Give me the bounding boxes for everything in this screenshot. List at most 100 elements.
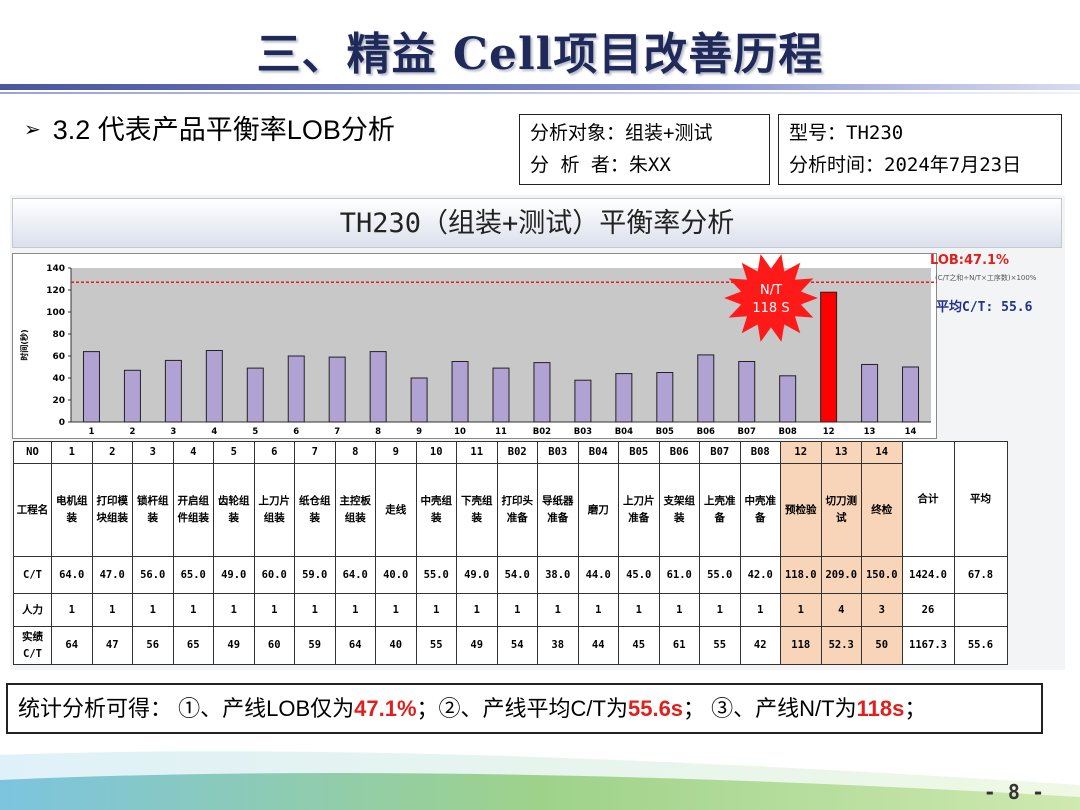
y-tick-label: 80: [52, 330, 65, 340]
cell-man: 1: [780, 593, 822, 627]
cell-no: B03: [537, 441, 579, 464]
col-header-total: 合计: [901, 441, 955, 557]
section-heading-text: 3.2 代表产品平衡率LOB分析: [52, 115, 395, 145]
lob-bar-chart: 020406080100120140时间(秒)1 2 3 4 5 6 7 8 9 10 11 B02 B…: [19, 254, 937, 437]
bar: [738, 361, 756, 423]
y-tick-label: 140: [46, 264, 65, 274]
cell-ct: 118.0: [780, 556, 822, 594]
cell-act: 64: [334, 626, 376, 665]
cell-act: 55: [415, 626, 457, 665]
y-axis-label: 时间(秒): [19, 329, 29, 360]
cell-man: 1: [91, 593, 133, 627]
bar: [697, 354, 715, 423]
x-tick-label: 1: [89, 427, 95, 437]
cell-name: 中壳组装: [415, 463, 457, 557]
cell-act: 47: [91, 626, 133, 665]
cell-act: 65: [172, 626, 214, 665]
bar: [287, 355, 305, 423]
cell-total: 26: [901, 593, 955, 627]
analysis-info-box: 分析对象：组装+测试 分 析 者：朱XX: [519, 114, 770, 185]
table-row-name: 工程名 电机组装 打印模块组装 锁杆组装 开启组件组装 齿轮组装 上刀片组装 纸仓组装 主控板组…: [13, 463, 1008, 557]
analysis-date: 分析时间：2024年7月23日: [789, 154, 1022, 176]
cell-man: 4: [820, 593, 862, 627]
cell-no: B05: [618, 441, 660, 464]
cell-name: 导纸器准备: [537, 463, 579, 557]
cell-act: 61: [658, 626, 700, 665]
bar: [533, 362, 551, 423]
cell-name: 开启组件组装: [172, 463, 214, 557]
lob-label: LOB:47.1%: [930, 253, 1010, 268]
model-info-box: 型号：TH230 分析时间：2024年7月23日: [778, 114, 1062, 185]
cell-no: 2: [91, 441, 133, 464]
cell-no: 7: [294, 441, 336, 464]
x-tick-label: B04: [615, 427, 633, 437]
cell-ct: 49.0: [456, 556, 498, 594]
nt-burst-label: N/T: [760, 283, 782, 298]
chart-title: TH230（组装+测试）平衡率分析: [12, 198, 1062, 248]
cell-act: 50: [861, 626, 903, 665]
x-tick-label: 3: [170, 427, 176, 437]
y-tick-label: 120: [46, 286, 65, 296]
table-row-ct: C/T 64.0 47.0 56.0 65.0 49.0 60.0 59.0 64.0 40.0 5…: [13, 556, 1008, 594]
cell-average: 55.6: [953, 626, 1008, 665]
analysis-target: 分析对象：组装+测试: [530, 122, 713, 144]
cell-ct: 65.0: [172, 556, 214, 594]
summary-nt-value: 118s: [856, 696, 905, 721]
x-tick-label: 13: [864, 427, 876, 437]
bullet-arrow-icon: ➢: [24, 119, 41, 141]
x-tick-label: 8: [375, 427, 381, 437]
x-tick-label: 12: [823, 427, 835, 437]
cell-man: 1: [51, 593, 93, 627]
x-tick-label: B05: [656, 427, 674, 437]
cell-ct: 49.0: [213, 556, 255, 594]
analyst: 分 析 者：朱XX: [530, 154, 671, 176]
cell-ct: 47.0: [91, 556, 133, 594]
row-header-act: 实绩C/T: [13, 626, 52, 665]
cell-no: 1: [51, 441, 93, 464]
cell-act: 59: [294, 626, 336, 665]
summary-avg-value: 55.6s: [627, 696, 684, 721]
cell-name: 锁杆组装: [132, 463, 174, 557]
cell-average: [953, 593, 1008, 627]
cell-ct: 55.0: [699, 556, 741, 594]
x-tick-label: 7: [334, 427, 340, 437]
x-tick-label: 5: [252, 427, 258, 437]
y-tick-label: 20: [52, 396, 65, 406]
cell-no: 8: [334, 441, 376, 464]
cell-act: 38: [537, 626, 579, 665]
summary-end: ；: [904, 696, 927, 721]
cell-ct: 45.0: [618, 556, 660, 594]
cell-man: 1: [253, 593, 295, 627]
bar: [492, 367, 510, 423]
cell-act: 60: [253, 626, 295, 665]
x-tick-label: 9: [416, 427, 422, 437]
cell-name: 主控板组装: [334, 463, 376, 557]
cell-man: 1: [294, 593, 336, 627]
cell-ct: 40.0: [375, 556, 417, 594]
cell-man: 1: [496, 593, 538, 627]
cell-act: 56: [132, 626, 174, 665]
x-tick-label: 11: [495, 427, 507, 437]
cell-man: 1: [699, 593, 741, 627]
cell-no: 5: [213, 441, 255, 464]
bar: [328, 356, 346, 423]
cell-name: 走线: [375, 463, 417, 557]
summary-prefix: 统计分析可得： ①、产线LOB仅为: [18, 696, 355, 721]
row-header-man: 人力: [13, 593, 52, 627]
cell-ct: 56.0: [132, 556, 174, 594]
bar: [902, 366, 920, 423]
cell-ct: 38.0: [537, 556, 579, 594]
cell-act: 44: [577, 626, 619, 665]
bar: [779, 375, 797, 423]
page-number: - 8 -: [983, 780, 1044, 804]
model-number: 型号：TH230: [789, 122, 904, 144]
cell-name: 打印头准备: [496, 463, 538, 557]
cell-ct: 60.0: [253, 556, 295, 594]
cell-name: 上刀片准备: [618, 463, 660, 557]
table-row-man: 人力 1 1 1 1 1 1 1 1 1 1 1 1 1 1 1 1 1 1 1 4 3 26: [13, 593, 1008, 627]
cell-man: 1: [618, 593, 660, 627]
bar: [861, 363, 879, 423]
cell-name: 预检验: [780, 463, 822, 557]
cell-name: 支架组装: [658, 463, 700, 557]
cell-name: 切刀测试: [820, 463, 862, 557]
